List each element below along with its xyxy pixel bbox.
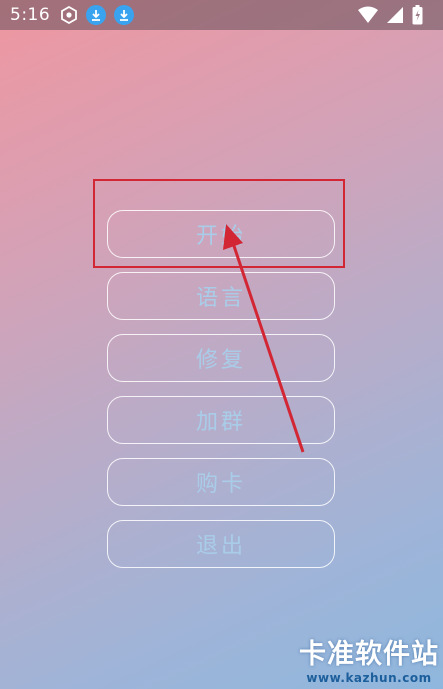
watermark-title: 卡准软件站: [299, 639, 439, 670]
watermark: 卡准软件站 www.kazhun.com: [299, 632, 439, 685]
annotation-arrow: [223, 224, 305, 453]
watermark-url: www.kazhun.com: [306, 671, 432, 685]
